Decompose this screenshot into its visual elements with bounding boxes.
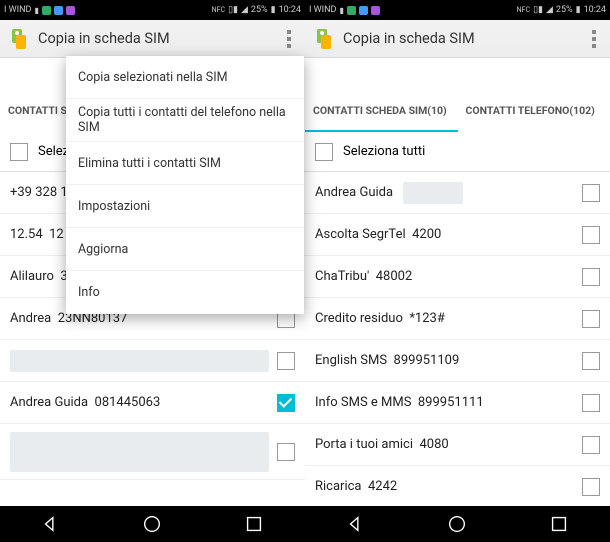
contact-checkbox[interactable]: [277, 443, 295, 461]
recent-button[interactable]: [243, 513, 265, 535]
app-icon: [6, 27, 30, 51]
contact-checkbox[interactable]: [582, 478, 600, 496]
contact-checkbox[interactable]: [582, 268, 600, 286]
overflow-menu: Copia selezionati nella SIM Copia tutti …: [66, 56, 304, 314]
menu-info[interactable]: Info: [66, 271, 304, 314]
tabs: CONTATTI SCHEDA SIM(10) CONTATTI TELEFON…: [305, 92, 610, 132]
list-item[interactable]: ChaTribu' 48002: [305, 256, 610, 298]
redacted-number: [403, 182, 463, 204]
list-item[interactable]: Andrea Guida: [305, 172, 610, 214]
back-button[interactable]: [345, 513, 367, 535]
list-item[interactable]: Ricarica 4242: [305, 466, 610, 506]
select-all-row[interactable]: Seleziona tutti: [305, 132, 610, 172]
home-button[interactable]: [446, 513, 468, 535]
contact-checkbox[interactable]: [582, 226, 600, 244]
status-bar: I WIND ▮ NFC ▯▮◢ 25% ▮ 10:24: [0, 0, 305, 20]
app-icon: [311, 27, 335, 51]
navigation-bar: [305, 506, 610, 542]
redacted-contact: [10, 350, 269, 372]
redacted-contact: [10, 432, 269, 472]
select-all-checkbox[interactable]: [315, 143, 333, 161]
overflow-menu-button[interactable]: [584, 30, 604, 48]
contact-checkbox[interactable]: [277, 394, 295, 412]
status-bar: I WIND ▮ NFC ▯▮◢ 25% ▮ 10:24: [305, 0, 610, 20]
contact-checkbox[interactable]: [582, 436, 600, 454]
clock: 10:24: [584, 5, 606, 15]
battery-label: 25%: [556, 5, 573, 15]
list-item[interactable]: English SMS 899951109: [305, 340, 610, 382]
battery-label: 25%: [251, 5, 268, 15]
screen-left: I WIND ▮ NFC ▯▮◢ 25% ▮ 10:24 Copia in sc…: [0, 0, 305, 542]
carrier-label: I WIND: [4, 5, 31, 15]
menu-delete-all[interactable]: Elimina tutti i contatti SIM: [66, 142, 304, 185]
back-button[interactable]: [40, 513, 62, 535]
menu-settings[interactable]: Impostazioni: [66, 185, 304, 228]
app-bar: Copia in scheda SIM: [305, 20, 610, 58]
overflow-menu-button[interactable]: [279, 30, 299, 48]
menu-refresh[interactable]: Aggiorna: [66, 228, 304, 271]
list-item[interactable]: [0, 340, 305, 382]
contact-checkbox[interactable]: [582, 394, 600, 412]
list-item[interactable]: Ascolta SegrTel 4200: [305, 214, 610, 256]
screen-right: I WIND ▮ NFC ▯▮◢ 25% ▮ 10:24 Copia in sc…: [305, 0, 610, 542]
menu-copy-selected[interactable]: Copia selezionati nella SIM: [66, 56, 304, 99]
list-item[interactable]: Info SMS e MMS 899951111: [305, 382, 610, 424]
select-all-label: Seleziona tutti: [343, 144, 425, 159]
app-bar: Copia in scheda SIM: [0, 20, 305, 58]
list-item[interactable]: Andrea Guida 081445063: [0, 382, 305, 424]
contact-list: Andrea Guida Ascolta SegrTel 4200 ChaTri…: [305, 172, 610, 506]
recent-button[interactable]: [548, 513, 570, 535]
navigation-bar: [0, 506, 305, 542]
contact-checkbox[interactable]: [277, 352, 295, 370]
app-title: Copia in scheda SIM: [38, 30, 279, 47]
list-item[interactable]: [0, 424, 305, 480]
tab-sim[interactable]: CONTATTI SCHEDA SIM(10): [305, 92, 458, 132]
contact-checkbox[interactable]: [582, 310, 600, 328]
home-button[interactable]: [141, 513, 163, 535]
menu-copy-all[interactable]: Copia tutti i contatti del telefono nell…: [66, 99, 304, 142]
app-title: Copia in scheda SIM: [343, 30, 584, 47]
tab-phone[interactable]: CONTATTI TELEFONO(102): [458, 92, 610, 132]
carrier-label: I WIND: [309, 5, 336, 15]
list-item[interactable]: Credito residuo *123#: [305, 298, 610, 340]
list-item[interactable]: Porta i tuoi amici 4080: [305, 424, 610, 466]
select-all-checkbox[interactable]: [10, 143, 28, 161]
clock: 10:24: [279, 5, 301, 15]
contact-checkbox[interactable]: [582, 184, 600, 202]
contact-checkbox[interactable]: [582, 352, 600, 370]
